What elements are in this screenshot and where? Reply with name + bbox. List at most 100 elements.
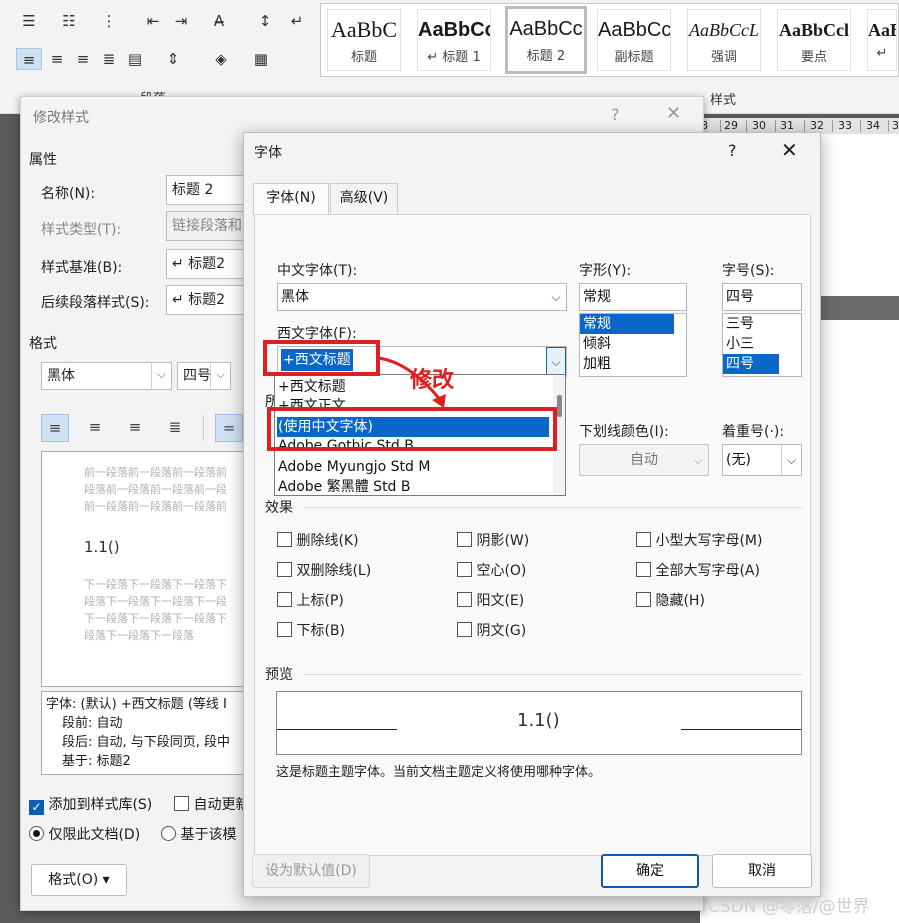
align-center-icon[interactable]: ≡	[44, 48, 70, 70]
tab-advanced[interactable]: 高级(V)	[330, 183, 398, 213]
bullets-icon[interactable]: ☰	[16, 10, 42, 32]
emphasis-select[interactable]: (无) ⌵	[722, 444, 802, 476]
font-style-input[interactable]: 常规	[579, 283, 687, 311]
help-icon[interactable]: ?	[611, 105, 620, 124]
subscript-checkbox[interactable]: 下标(B)	[277, 620, 345, 640]
format-button[interactable]: 格式(O) ▾	[31, 864, 127, 896]
checkbox-icon[interactable]	[277, 622, 292, 637]
preview-rule-left	[277, 729, 397, 730]
align-right-icon[interactable]: ≡	[70, 48, 96, 70]
style-tile-emphasis[interactable]: AaBbCcL 强调	[687, 9, 761, 71]
engrave-checkbox[interactable]: 阴文(G)	[457, 620, 526, 640]
font-size-select[interactable]: 四号 ⌵	[177, 362, 231, 390]
chevron-down-icon[interactable]: ⌵	[781, 445, 801, 475]
font-select[interactable]: 黑体 ⌵	[41, 362, 172, 390]
chevron-down-icon[interactable]: ⌵	[546, 284, 566, 310]
all-caps-checkbox[interactable]: 全部大写字母(A)	[636, 560, 760, 580]
preview-note: 这是标题主题字体。当前文档主题定义将使用哪种字体。	[276, 765, 602, 780]
emboss-checkbox[interactable]: 阳文(E)	[457, 590, 524, 610]
sort-icon[interactable]: ↕	[252, 10, 278, 32]
set-default-button[interactable]: 设为默认值(D)	[252, 854, 370, 888]
justify-icon[interactable]: ≣	[96, 48, 122, 70]
list-item[interactable]: +西文标题	[278, 377, 346, 397]
chevron-down-icon[interactable]: ⌵	[210, 363, 230, 389]
checkbox-icon[interactable]	[277, 562, 292, 577]
line-spacing-icon[interactable]: ⇕	[156, 48, 190, 70]
chinese-layout-icon[interactable]: A̶	[204, 10, 234, 32]
list-item[interactable]: Adobe 繁黑體 Std B	[278, 477, 411, 495]
name-label: 名称(N):	[41, 186, 96, 202]
cancel-button[interactable]: 取消	[712, 854, 812, 888]
checkbox-icon[interactable]	[457, 622, 472, 637]
double-strikethrough-checkbox[interactable]: 双删除线(L)	[277, 560, 371, 580]
close-icon[interactable]: ✕	[781, 138, 798, 162]
list-item[interactable]: 常规	[580, 314, 674, 334]
checkbox-icon[interactable]	[277, 532, 292, 547]
strikethrough-checkbox[interactable]: 删除线(K)	[277, 530, 359, 550]
chevron-down-icon[interactable]: ⌵	[546, 347, 566, 376]
style-sample: AaBbC	[331, 17, 397, 42]
small-caps-checkbox[interactable]: 小型大写字母(M)	[636, 530, 762, 550]
hidden-checkbox[interactable]: 隐藏(H)	[636, 590, 705, 610]
auto-update-checkbox[interactable]: 自动更新	[174, 794, 249, 814]
justify-icon[interactable]: ≣	[161, 414, 189, 442]
align-left-icon[interactable]: ≡	[41, 414, 69, 442]
outline-checkbox[interactable]: 空心(O)	[457, 560, 526, 580]
list-item[interactable]: 倾斜	[580, 334, 686, 354]
list-item[interactable]: 三号	[723, 314, 801, 334]
font-size-list[interactable]: 三号 小三 四号	[722, 313, 802, 377]
effect-label: 下标(B)	[296, 623, 345, 639]
increase-indent-icon[interactable]: ⇥	[168, 10, 194, 32]
font-size-input[interactable]: 四号	[722, 283, 802, 311]
ok-button[interactable]: 确定	[601, 854, 699, 888]
superscript-checkbox[interactable]: 上标(P)	[277, 590, 344, 610]
cn-font-select[interactable]: 黑体 ⌵	[277, 283, 567, 311]
style-tile-heading2[interactable]: AaBbCc 标题 2	[505, 6, 587, 74]
shading-icon[interactable]: ◈	[204, 48, 238, 70]
checkbox-icon[interactable]	[457, 562, 472, 577]
help-icon[interactable]: ?	[728, 141, 737, 160]
multilevel-list-icon[interactable]: ⋮	[96, 10, 122, 32]
chevron-down-icon[interactable]: ⌵	[151, 363, 171, 389]
close-icon[interactable]: ✕	[666, 103, 681, 124]
checkbox-icon[interactable]	[457, 592, 472, 607]
list-item[interactable]: 加粗	[580, 354, 686, 374]
checkbox-checked-icon[interactable]: ✓	[29, 800, 44, 815]
scrollbar-thumb[interactable]	[557, 395, 562, 417]
checkbox-icon[interactable]	[174, 796, 189, 811]
numbering-icon[interactable]: ☷	[56, 10, 82, 32]
checkbox-icon[interactable]	[636, 532, 651, 547]
tab-font[interactable]: 字体(N)	[253, 183, 329, 215]
style-tile-heading1[interactable]: AaBbCc ↵ 标题 1	[417, 9, 491, 71]
checkbox-icon[interactable]	[636, 592, 651, 607]
font-style-list[interactable]: 常规 倾斜 加粗	[579, 313, 687, 377]
style-tile-subtitle[interactable]: AaBbCc 副标题	[597, 9, 671, 71]
template-radio[interactable]: 基于该模	[161, 824, 236, 844]
shadow-checkbox[interactable]: 阴影(W)	[457, 530, 529, 550]
preview-next-line: 段落下一段落下一段落下一段	[84, 595, 227, 608]
list-item[interactable]: 小三	[723, 334, 801, 354]
style-tile-title[interactable]: AaBbC 标题	[327, 9, 401, 71]
distributed-icon[interactable]: ▤	[122, 48, 148, 70]
list-item[interactable]: 四号	[723, 354, 779, 374]
list-item[interactable]: Adobe Myungjo Std M	[278, 457, 430, 477]
show-marks-icon[interactable]: ↵	[284, 10, 310, 32]
decrease-indent-icon[interactable]: ⇤	[140, 10, 166, 32]
align-center-icon[interactable]: ≡	[81, 414, 109, 442]
borders-icon[interactable]: ▦	[244, 48, 278, 70]
style-tile-more[interactable]: AaB ↵	[867, 9, 897, 71]
align-left-icon[interactable]: ≡	[16, 48, 42, 70]
checkbox-icon[interactable]	[636, 562, 651, 577]
style-tile-strong[interactable]: AaBbCcl 要点	[777, 9, 851, 71]
line-spacing-single-icon[interactable]: =	[215, 414, 243, 442]
cn-font-label: 中文字体(T):	[277, 263, 358, 279]
radio-selected-icon[interactable]	[29, 826, 44, 841]
add-to-gallery-checkbox[interactable]: ✓ 添加到样式库(S)	[29, 794, 152, 815]
font-dialog: 字体 ? ✕ 字体(N) 高级(V) 中文字体(T): 黑体 ⌵ 字形(Y): …	[243, 132, 821, 897]
radio-icon[interactable]	[161, 826, 176, 841]
align-right-icon[interactable]: ≡	[121, 414, 149, 442]
only-this-doc-radio[interactable]: 仅限此文档(D)	[29, 824, 140, 844]
checkbox-icon[interactable]	[277, 592, 292, 607]
checkbox-icon[interactable]	[457, 532, 472, 547]
style-sample: AaBbCc	[418, 19, 491, 41]
